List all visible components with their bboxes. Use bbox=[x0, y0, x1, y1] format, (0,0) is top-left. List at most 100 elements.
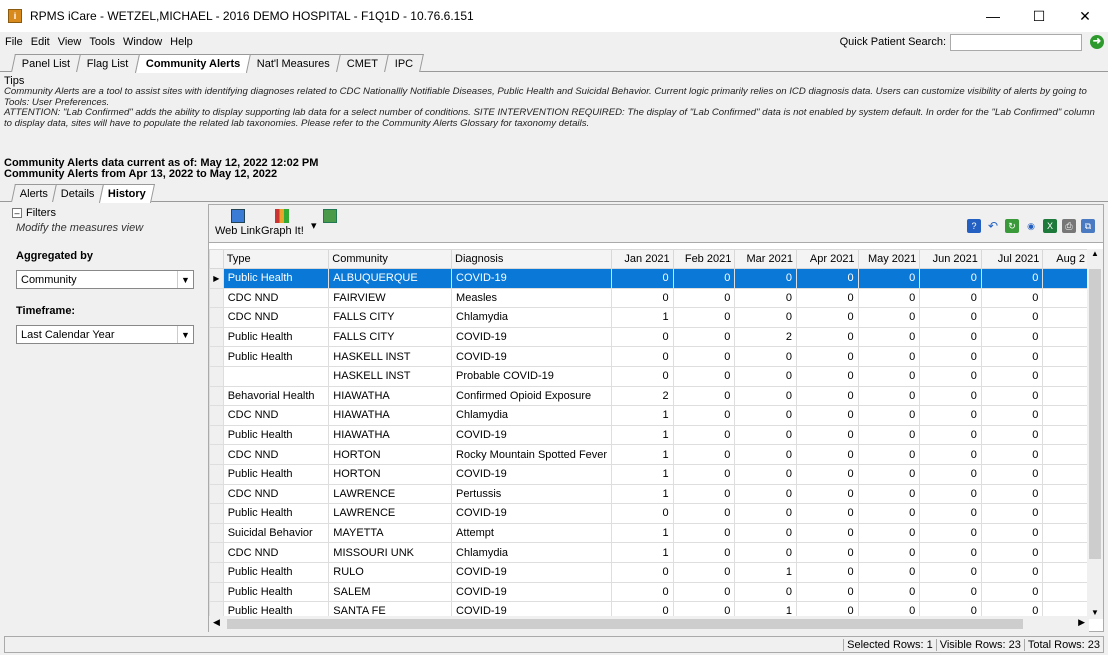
month-count-cell bbox=[1042, 522, 1089, 544]
chevron-down-icon[interactable]: ▼ bbox=[177, 326, 193, 343]
column-header[interactable]: Community bbox=[328, 249, 453, 269]
tab-flag-list[interactable]: Flag List bbox=[76, 54, 140, 72]
column-header[interactable]: Type bbox=[222, 249, 330, 269]
window-title: RPMS iCare - WETZEL,MICHAEL - 2016 DEMO … bbox=[30, 9, 474, 23]
undo-icon[interactable]: ↶ bbox=[986, 219, 1000, 233]
copy-icon[interactable]: ⧉ bbox=[1081, 219, 1095, 233]
community-cell: HORTON bbox=[328, 463, 453, 485]
chevron-down-icon[interactable]: ▼ bbox=[177, 271, 193, 288]
tab-history[interactable]: History bbox=[98, 184, 155, 203]
scroll-up-icon[interactable]: ▲ bbox=[1087, 249, 1103, 258]
refresh-icon[interactable]: ↻ bbox=[1005, 219, 1019, 233]
table-row[interactable]: Public Health RULO COVID-19 0 0 1 0 0 0 0 bbox=[209, 561, 1089, 583]
column-header[interactable]: Jan 2021 bbox=[611, 249, 674, 269]
print-icon[interactable]: ⎙ bbox=[1062, 219, 1076, 233]
collapse-icon[interactable]: – bbox=[12, 208, 22, 218]
modify-view-link[interactable]: Modify the measures view bbox=[16, 222, 200, 234]
tab-details[interactable]: Details bbox=[52, 184, 104, 202]
type-cell bbox=[222, 365, 330, 387]
row-indicator[interactable] bbox=[209, 503, 224, 524]
row-indicator[interactable]: ▶ bbox=[209, 268, 224, 289]
tab-community-alerts[interactable]: Community Alerts bbox=[134, 54, 252, 73]
column-header[interactable]: Jun 2021 bbox=[919, 249, 982, 269]
table-row[interactable]: CDC NND MISSOURI UNK Chlamydia 1 0 0 0 0 0 0 bbox=[209, 542, 1089, 563]
timeframe-select[interactable]: Last Calendar Year ▼ bbox=[16, 325, 194, 344]
vertical-scrollbar[interactable]: ▲ ▼ bbox=[1087, 249, 1103, 619]
row-indicator[interactable] bbox=[209, 307, 224, 328]
table-row[interactable]: CDC NND HIAWATHA Chlamydia 1 0 0 0 0 0 0 bbox=[209, 405, 1089, 426]
graph-it-button[interactable]: Graph It! bbox=[261, 209, 304, 237]
web-link-button[interactable]: Web Link bbox=[215, 209, 261, 237]
maximize-button[interactable]: ☐ bbox=[1016, 0, 1062, 32]
row-indicator[interactable] bbox=[209, 424, 224, 446]
menu-view[interactable]: View bbox=[54, 36, 86, 48]
column-header[interactable]: Aug 2 bbox=[1042, 249, 1089, 269]
table-row[interactable]: Public Health HIAWATHA COVID-19 1 0 0 0 0 0 0 bbox=[209, 424, 1089, 446]
row-indicator[interactable] bbox=[209, 561, 224, 583]
column-header[interactable]: Diagnosis bbox=[451, 249, 613, 269]
scroll-down-icon[interactable]: ▼ bbox=[1087, 608, 1103, 617]
excel-icon[interactable]: X bbox=[1043, 219, 1057, 233]
column-header[interactable]: Jul 2021 bbox=[980, 249, 1044, 269]
row-indicator[interactable] bbox=[209, 365, 224, 387]
table-row[interactable]: CDC NND FALLS CITY Chlamydia 1 0 0 0 0 0 0 bbox=[209, 307, 1089, 328]
table-row[interactable]: Public Health HORTON COVID-19 1 0 0 0 0 0 0 bbox=[209, 463, 1089, 485]
tab-cmet[interactable]: CMET bbox=[336, 54, 390, 72]
month-count-cell: 0 bbox=[734, 287, 797, 309]
row-indicator[interactable] bbox=[209, 542, 224, 563]
menu-help[interactable]: Help bbox=[166, 36, 197, 48]
row-indicator[interactable] bbox=[209, 385, 224, 407]
scroll-right-icon[interactable]: ▶ bbox=[1078, 617, 1085, 628]
table-row[interactable]: CDC NND LAWRENCE Pertussis 1 0 0 0 0 0 0 bbox=[209, 483, 1089, 505]
row-indicator[interactable] bbox=[209, 444, 224, 465]
tab-panel-list[interactable]: Panel List bbox=[11, 54, 82, 72]
table-row[interactable]: ▶ Public Health ALBUQUERQUE COVID-19 0 0 0 0 0 0 0 bbox=[209, 268, 1089, 289]
horizontal-scroll-thumb[interactable] bbox=[227, 619, 1023, 629]
column-header[interactable]: Feb 2021 bbox=[672, 249, 736, 269]
table-row[interactable]: CDC NND HORTON Rocky Mountain Spotted Feve… bbox=[209, 444, 1089, 465]
table-row[interactable]: Public Health SALEM COVID-19 0 0 0 0 0 0 0 bbox=[209, 581, 1089, 603]
horizontal-scrollbar[interactable]: ◀ ▶ bbox=[209, 616, 1089, 632]
month-count-cell: 0 bbox=[795, 385, 859, 407]
menu-edit[interactable]: Edit bbox=[27, 36, 54, 48]
column-header[interactable]: Apr 2021 bbox=[795, 249, 859, 269]
quick-patient-search-input[interactable] bbox=[950, 33, 1082, 51]
row-indicator[interactable] bbox=[209, 483, 224, 505]
table-row[interactable]: Suicidal Behavior MAYETTA Attempt 1 0 0 0 0 0 0 bbox=[209, 522, 1089, 544]
row-indicator[interactable] bbox=[209, 287, 224, 309]
aggregated-by-select[interactable]: Community ▼ bbox=[16, 270, 194, 289]
row-indicator[interactable] bbox=[209, 326, 224, 348]
table-row[interactable]: HASKELL INST Probable COVID-19 0 0 0 0 0 0 0 bbox=[209, 365, 1089, 387]
menu-window[interactable]: Window bbox=[119, 36, 166, 48]
table-row[interactable]: Behavorial Health HIAWATHA Confirmed Opioi… bbox=[209, 385, 1089, 407]
row-indicator[interactable] bbox=[209, 463, 224, 485]
table-row[interactable]: Public Health LAWRENCE COVID-19 0 0 0 0 0 0 0 bbox=[209, 503, 1089, 524]
close-button[interactable]: ✕ bbox=[1062, 0, 1108, 32]
scroll-left-icon[interactable]: ◀ bbox=[213, 617, 220, 628]
table-row[interactable]: Public Health FALLS CITY COVID-19 0 0 2 0 0 0 0 bbox=[209, 326, 1089, 348]
binoculars-icon[interactable]: ◉ bbox=[1024, 219, 1038, 233]
row-indicator[interactable] bbox=[209, 581, 224, 603]
export-icon[interactable] bbox=[323, 209, 337, 225]
help-icon[interactable]: ? bbox=[967, 219, 981, 233]
month-count-cell: 0 bbox=[857, 542, 921, 563]
minimize-button[interactable]: — bbox=[970, 0, 1016, 32]
column-header[interactable]: May 2021 bbox=[857, 249, 921, 269]
row-indicator[interactable] bbox=[209, 405, 224, 426]
menu-file[interactable]: File bbox=[1, 36, 27, 48]
tab-alerts[interactable]: Alerts bbox=[11, 184, 58, 202]
tab-natl-measures[interactable]: Nat'l Measures bbox=[246, 54, 342, 72]
menu-tools[interactable]: Tools bbox=[85, 36, 119, 48]
graph-dropdown-icon[interactable]: ▾ bbox=[311, 219, 317, 232]
row-indicator[interactable] bbox=[209, 346, 224, 367]
community-cell: MAYETTA bbox=[328, 522, 453, 544]
table-row[interactable]: CDC NND FAIRVIEW Measles 0 0 0 0 0 0 0 bbox=[209, 287, 1089, 309]
type-cell: Suicidal Behavior bbox=[222, 522, 330, 544]
vertical-scroll-thumb[interactable] bbox=[1089, 269, 1101, 559]
go-arrow-icon[interactable]: ➜ bbox=[1090, 35, 1104, 49]
tab-ipc[interactable]: IPC bbox=[384, 54, 425, 72]
row-indicator[interactable] bbox=[209, 522, 224, 544]
table-row[interactable]: Public Health HASKELL INST COVID-19 0 0 0 0 0 0 0 bbox=[209, 346, 1089, 367]
column-header[interactable]: Mar 2021 bbox=[734, 249, 797, 269]
month-count-cell: 0 bbox=[857, 581, 921, 603]
